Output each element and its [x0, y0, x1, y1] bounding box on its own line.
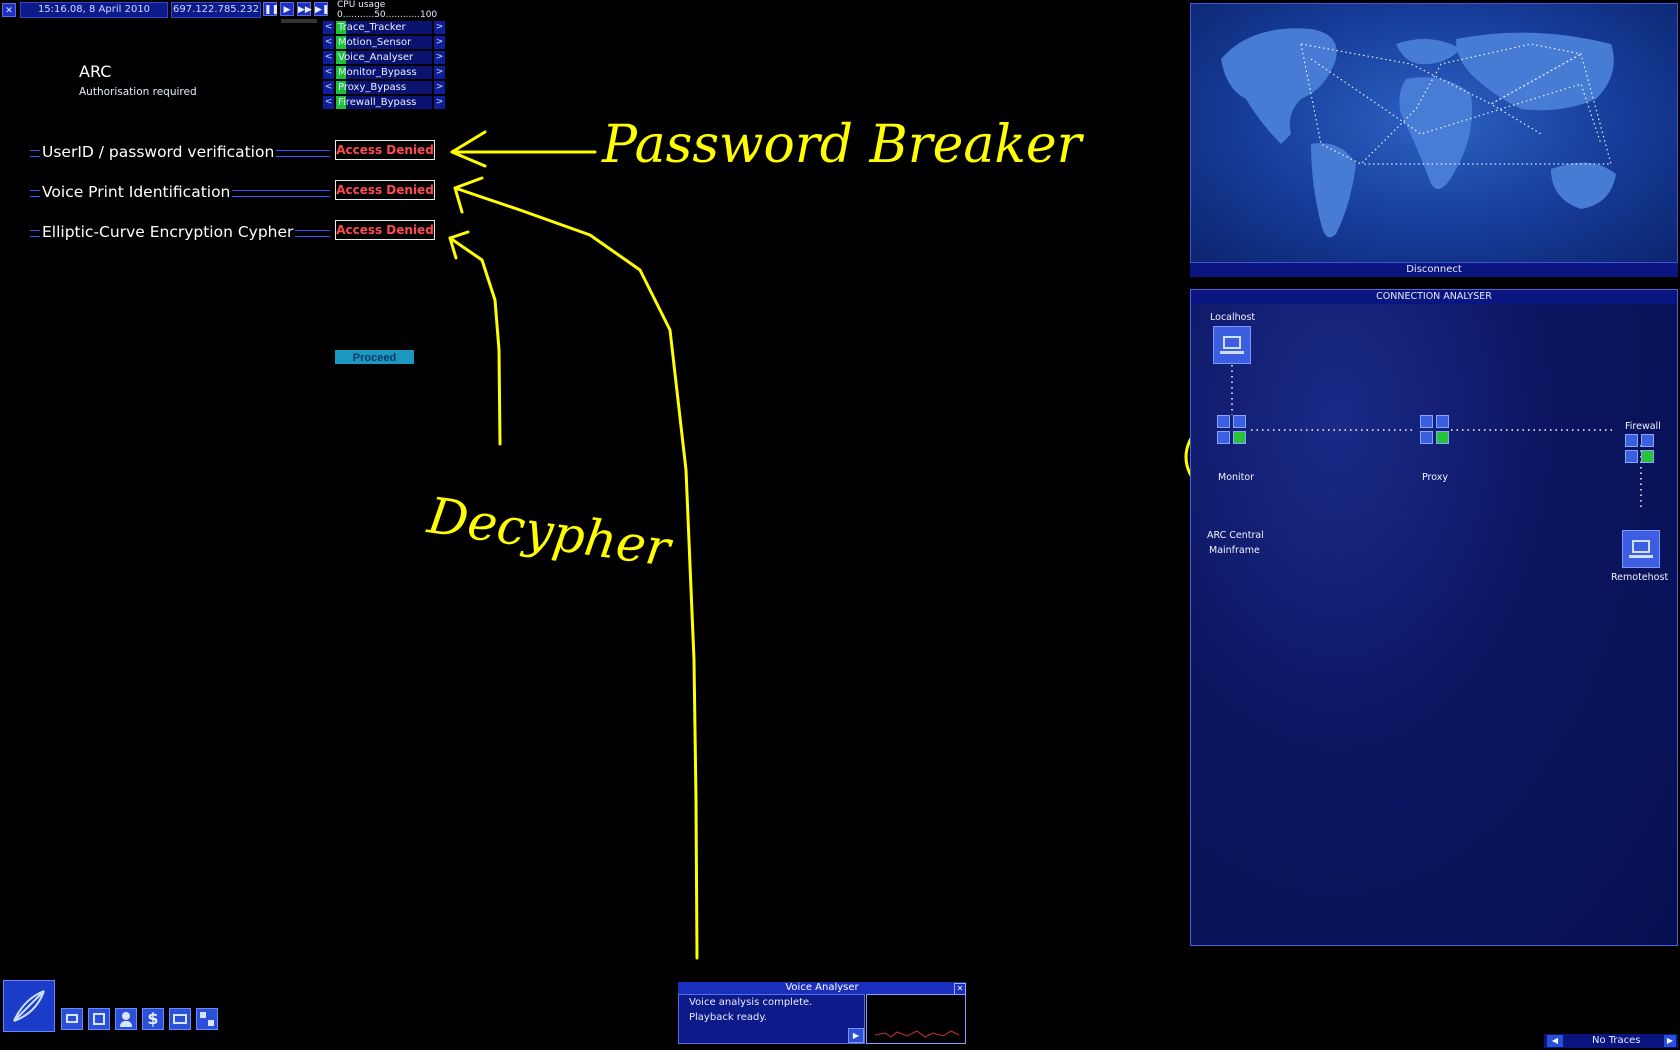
increase-arrow-icon[interactable]: > [434, 21, 445, 34]
node-label-firewall: Firewall [1625, 421, 1661, 432]
trace-status-label: No Traces [1592, 1035, 1641, 1046]
trace-status-bar: ◀ No Traces ▶ [1544, 1034, 1678, 1048]
status-badge-voiceprint[interactable]: Access Denied [335, 180, 435, 200]
software-item[interactable]: < Proxy_Bypass > [323, 81, 445, 94]
mail-icon[interactable] [169, 1008, 191, 1030]
target-label-line1: ARC Central [1207, 530, 1264, 541]
south-america-shape [1311, 143, 1356, 238]
voice-analyser-line1: Voice analysis complete. [689, 997, 813, 1008]
software-name: Voice_Analyser [338, 52, 414, 63]
annotation-password-breaker: Password Breaker [601, 115, 1085, 175]
voice-analyser-window: Voice Analyser ✕ Voice analysis complete… [678, 982, 966, 1044]
dollar-icon[interactable]: $ [142, 1008, 164, 1030]
increase-arrow-icon[interactable]: > [434, 96, 445, 109]
target-label-line2: Mainframe [1209, 545, 1260, 556]
playback-button[interactable]: ▶ [848, 1028, 864, 1043]
australia-shape [1551, 162, 1616, 209]
annotation-arrowhead-password [450, 130, 487, 168]
ip-address-display: 697.122.785.232 [171, 2, 261, 18]
proceed-button[interactable]: Proceed [335, 350, 414, 364]
fast-forward-button[interactable]: ▶▶ [297, 2, 312, 16]
trace-left-arrow-icon[interactable]: ◀ [1547, 1035, 1563, 1047]
north-america-shape [1221, 28, 1337, 144]
speed-indicator [281, 19, 317, 23]
security-label-voiceprint: Voice Print Identification [40, 183, 233, 201]
disconnect-button[interactable]: Disconnect [1190, 263, 1678, 277]
voice-analyser-title: Voice Analyser [678, 982, 966, 994]
page-title: ARC [79, 62, 112, 81]
node-label-monitor: Monitor [1218, 472, 1255, 483]
page-subtitle: Authorisation required [79, 86, 197, 98]
status-badge-encryption[interactable]: Access Denied [335, 220, 435, 240]
cpu-usage-scale: 0...........50............100 [337, 10, 438, 20]
clock-display: 15:16.08, 8 April 2010 [20, 2, 168, 18]
decrease-arrow-icon[interactable]: < [323, 21, 334, 34]
increase-arrow-icon[interactable]: > [434, 81, 445, 94]
software-name: Trace_Tracker [338, 22, 406, 33]
decrease-arrow-icon[interactable]: < [323, 66, 334, 79]
software-item[interactable]: < Monitor_Bypass > [323, 66, 445, 79]
voice-waveform-graph [866, 994, 966, 1044]
pause-button[interactable]: ❚❚ [263, 2, 279, 16]
software-name: Firewall_Bypass [338, 97, 417, 108]
skip-button[interactable]: ▶❚ [314, 2, 329, 16]
cpu-usage-label: CPU usage [337, 0, 386, 10]
people-icon[interactable] [115, 1008, 137, 1030]
decrease-arrow-icon[interactable]: < [323, 96, 334, 109]
software-item[interactable]: < Motion_Sensor > [323, 36, 445, 49]
connection-lines [1231, 365, 1642, 508]
world-map[interactable] [1190, 3, 1678, 263]
africa-shape [1399, 77, 1472, 189]
europe-shape [1396, 39, 1461, 65]
increase-arrow-icon[interactable]: > [434, 66, 445, 79]
security-label-encryption: Elliptic-Curve Encryption Cypher [40, 223, 296, 241]
firewall-node-icon[interactable] [1625, 434, 1655, 464]
software-item[interactable]: < Firewall_Bypass > [323, 96, 445, 109]
annotation-arrowhead-decypher [448, 230, 470, 260]
play-button[interactable]: ▶ [280, 2, 294, 16]
close-icon[interactable]: ✕ [2, 3, 16, 17]
increase-arrow-icon[interactable]: > [434, 36, 445, 49]
status-badge-userid[interactable]: Access Denied [335, 140, 435, 160]
remotehost-computer-icon[interactable] [1622, 530, 1660, 568]
increase-arrow-icon[interactable]: > [434, 51, 445, 64]
voice-analyser-output: Voice analysis complete. Playback ready.… [678, 994, 865, 1044]
annotation-arrow-decypher [448, 236, 502, 446]
trace-right-arrow-icon[interactable]: ▶ [1664, 1035, 1676, 1047]
monitor-node-icon[interactable] [1217, 415, 1247, 445]
node-label-proxy: Proxy [1422, 472, 1449, 483]
software-item[interactable]: < Voice_Analyser > [323, 51, 445, 64]
network-icon[interactable] [196, 1008, 218, 1030]
annotation-arrow-voiceprint [453, 186, 699, 960]
software-item[interactable]: < Trace_Tracker > [323, 21, 445, 34]
software-name: Monitor_Bypass [338, 67, 417, 78]
annotation-decypher: Decypher [423, 486, 676, 578]
world-map-graphic [1221, 28, 1616, 238]
annotation-arrowhead-voiceprint [453, 176, 484, 214]
monitor-icon[interactable] [61, 1008, 83, 1030]
connection-analyser: CONNECTION ANALYSER Localhost Monitor Pr… [1190, 289, 1678, 946]
security-label-userid: UserID / password verification [40, 143, 277, 161]
proxy-node-icon[interactable] [1420, 415, 1450, 445]
software-name: Motion_Sensor [338, 37, 412, 48]
main-menu-satellite-icon[interactable] [3, 980, 55, 1032]
software-name: Proxy_Bypass [338, 82, 407, 93]
disk-icon[interactable] [88, 1008, 110, 1030]
decrease-arrow-icon[interactable]: < [323, 36, 334, 49]
decrease-arrow-icon[interactable]: < [323, 81, 334, 94]
node-label-remotehost: Remotehost [1611, 572, 1669, 583]
decrease-arrow-icon[interactable]: < [323, 51, 334, 64]
voice-analyser-line2: Playback ready. [689, 1012, 767, 1023]
